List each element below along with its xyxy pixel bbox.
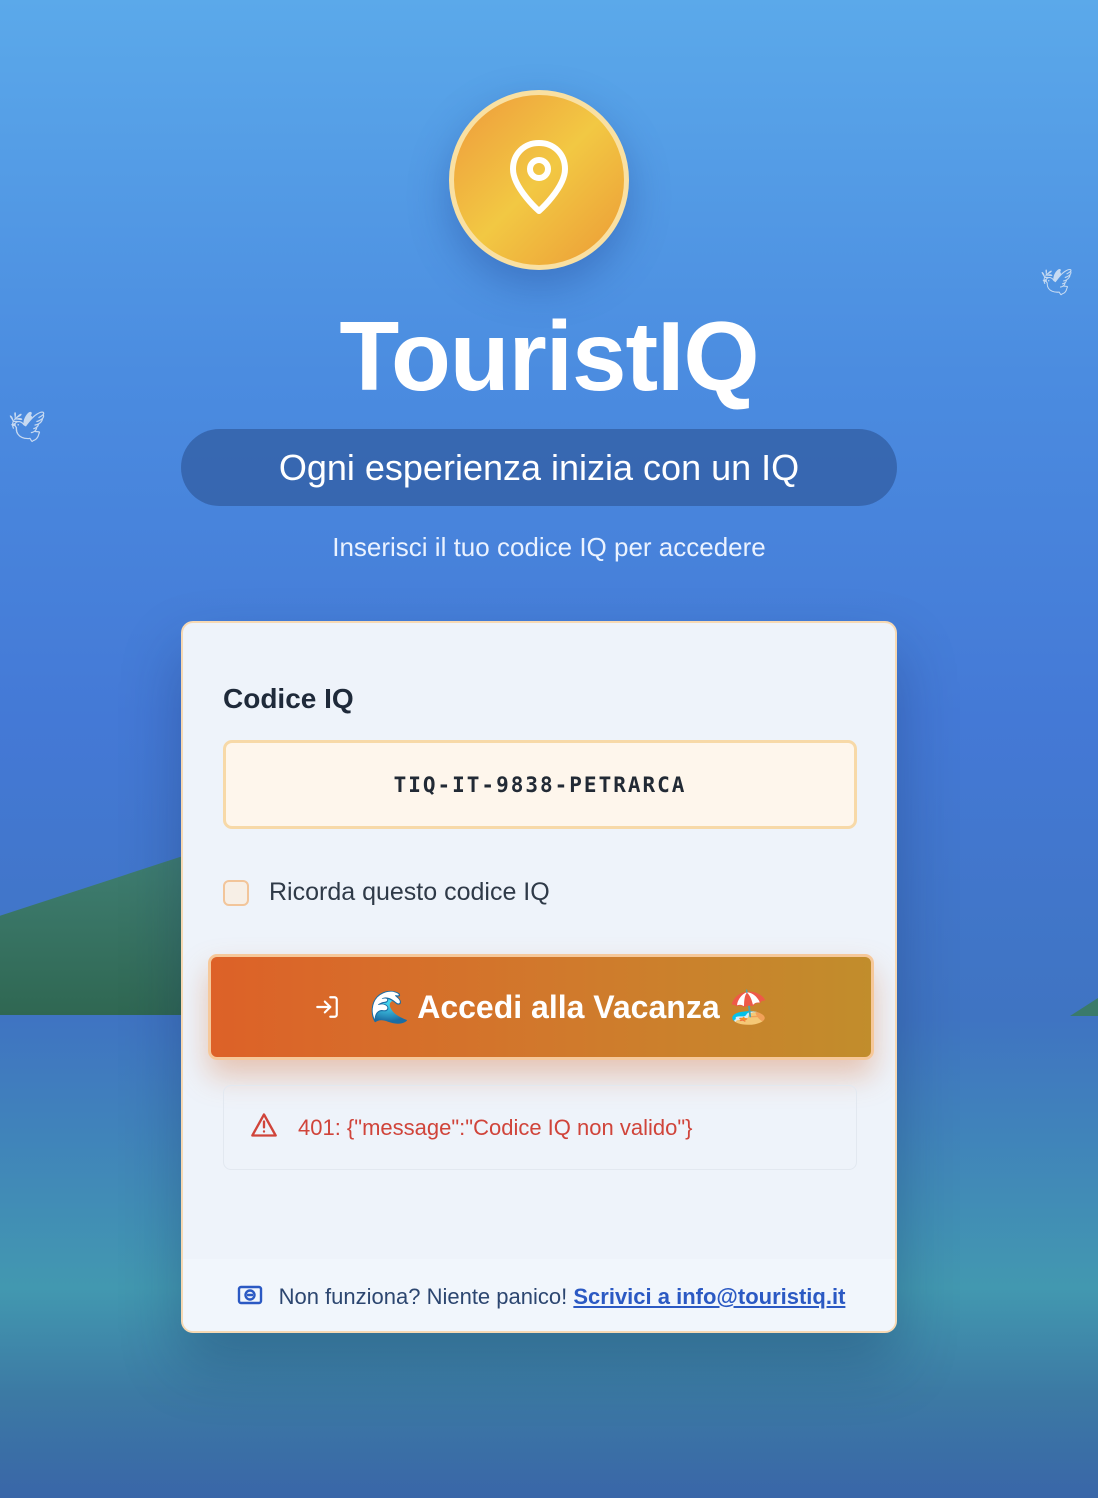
login-card: Codice IQ Ricorda questo codice IQ 🌊 Acc…: [181, 621, 897, 1333]
subtitle: Inserisci il tuo codice IQ per accedere: [332, 532, 766, 562]
tagline: Ogni esperienza inizia con un IQ: [181, 429, 897, 506]
footer-text: Non funziona? Niente panico! Scrivici a …: [279, 1284, 846, 1310]
card-footer: Non funziona? Niente panico! Scrivici a …: [183, 1259, 895, 1331]
remember-label: Ricorda questo codice IQ: [269, 878, 550, 906]
remember-checkbox[interactable]: [223, 879, 249, 906]
contact-email-link[interactable]: Scrivici a info@touristiq.it: [573, 1284, 845, 1309]
dove-icon: 🕊: [8, 410, 47, 445]
background-hill-right: [1070, 998, 1098, 1016]
login-button[interactable]: 🌊 Accedi alla Vacanza 🏖️: [208, 954, 874, 1060]
remember-row[interactable]: Ricorda questo codice IQ: [223, 878, 550, 907]
background-hill-left: [0, 855, 186, 1015]
dove-icon: 🕊: [1040, 268, 1074, 298]
map-pin-icon: [507, 139, 571, 222]
iq-code-input[interactable]: [223, 740, 857, 829]
code-field-label: Codice IQ: [223, 683, 354, 714]
warning-icon: [250, 1112, 278, 1143]
login-icon: [314, 994, 340, 1020]
logo: [449, 90, 629, 270]
footer-prompt: Non funziona? Niente panico!: [278, 1284, 568, 1309]
login-button-label: 🌊 Accedi alla Vacanza 🏖️: [369, 989, 769, 1025]
error-alert: 401: {"message":"Codice IQ non valido"}: [223, 1085, 857, 1170]
app-title: TouristIQ: [339, 301, 759, 411]
error-message: 401: {"message":"Codice IQ non valido"}: [298, 1114, 693, 1140]
mail-icon: [237, 1285, 263, 1310]
